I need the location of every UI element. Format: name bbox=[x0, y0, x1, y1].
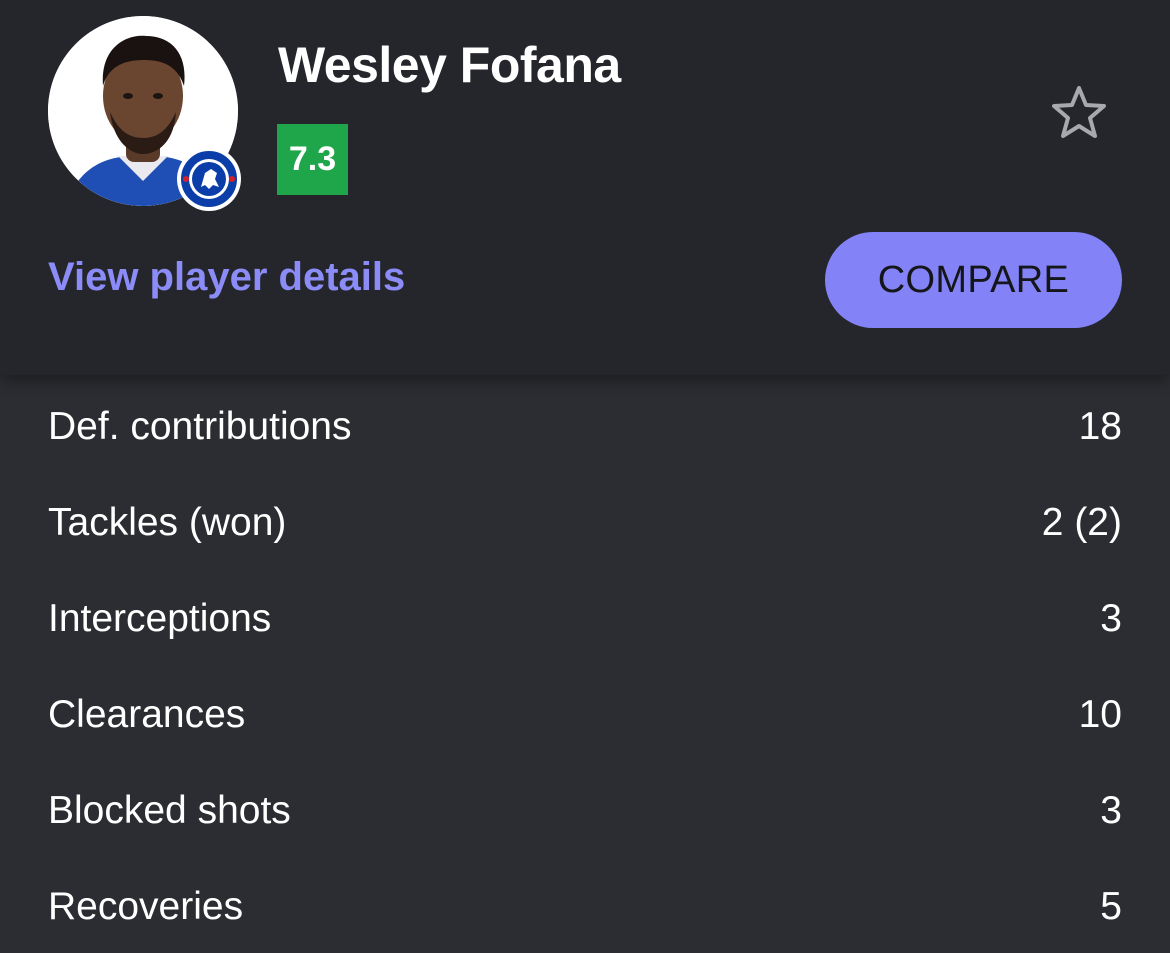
club-crest-icon[interactable] bbox=[177, 147, 241, 211]
stats-list: Def. contributions 18 Tackles (won) 2 (2… bbox=[0, 377, 1170, 953]
stat-value: 2 (2) bbox=[1041, 501, 1122, 544]
stat-label: Def. contributions bbox=[48, 405, 352, 448]
stat-label: Interceptions bbox=[48, 597, 272, 640]
stat-row-recoveries: Recoveries 5 bbox=[0, 857, 1170, 953]
stat-label: Recoveries bbox=[48, 885, 244, 928]
stat-value: 10 bbox=[1078, 693, 1122, 736]
stat-value: 18 bbox=[1078, 405, 1122, 448]
stat-value: 3 bbox=[1100, 789, 1122, 832]
stat-row-tackles-won: Tackles (won) 2 (2) bbox=[0, 473, 1170, 569]
compare-button[interactable]: COMPARE bbox=[825, 232, 1122, 328]
favorite-button[interactable] bbox=[1046, 80, 1112, 146]
stat-row-clearances: Clearances 10 bbox=[0, 665, 1170, 761]
stat-value: 3 bbox=[1100, 597, 1122, 640]
player-name: Wesley Fofana bbox=[278, 37, 621, 93]
rating-badge: 7.3 bbox=[277, 124, 348, 195]
stat-value: 5 bbox=[1100, 885, 1122, 928]
player-header: Wesley Fofana 7.3 View player details CO… bbox=[0, 0, 1170, 375]
stat-label: Blocked shots bbox=[48, 789, 291, 832]
stat-row-blocked-shots: Blocked shots 3 bbox=[0, 761, 1170, 857]
view-player-details-link[interactable]: View player details bbox=[48, 255, 405, 300]
star-outline-icon bbox=[1052, 86, 1106, 138]
chelsea-crest-icon bbox=[179, 149, 239, 209]
stat-row-def-contributions: Def. contributions 18 bbox=[0, 377, 1170, 473]
stat-row-interceptions: Interceptions 3 bbox=[0, 569, 1170, 665]
stat-label: Tackles (won) bbox=[48, 501, 287, 544]
stat-label: Clearances bbox=[48, 693, 246, 736]
